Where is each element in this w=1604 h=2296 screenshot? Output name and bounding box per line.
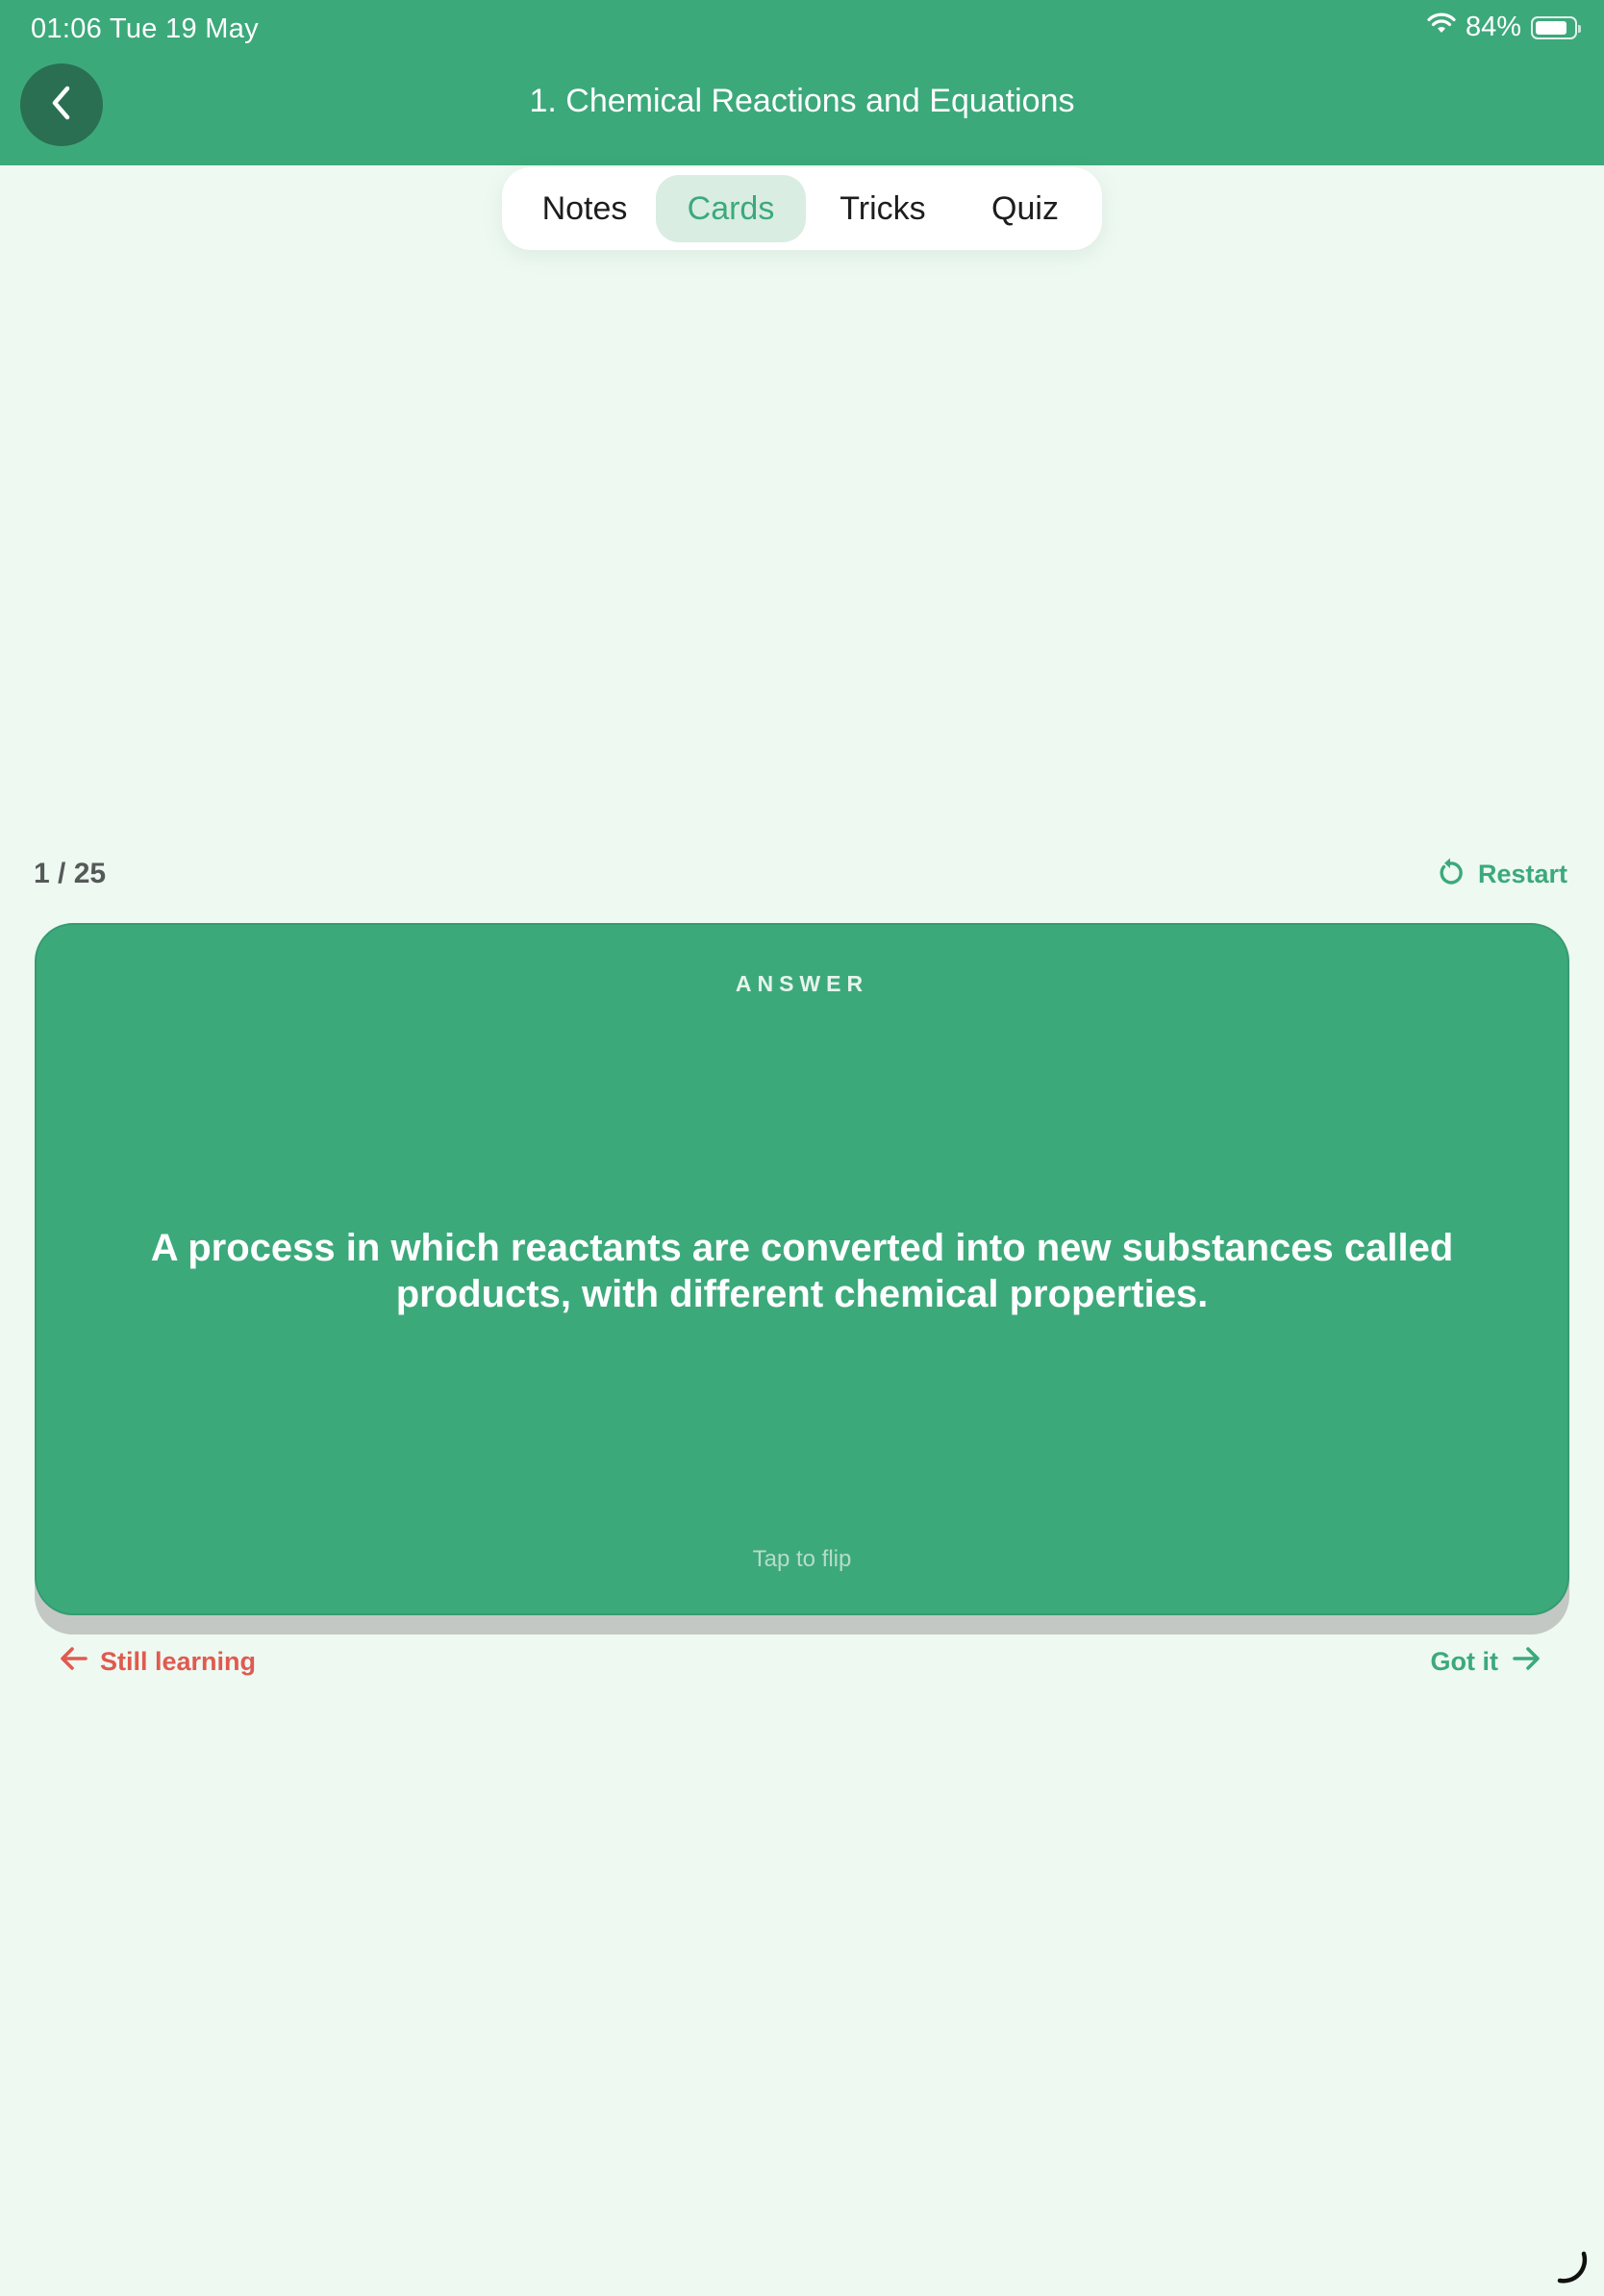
tap-to-flip-hint: Tap to flip [752, 1546, 852, 1572]
restart-button[interactable]: Restart [1436, 856, 1567, 893]
tab-cards[interactable]: Cards [656, 175, 806, 242]
tab-notes[interactable]: Notes [514, 175, 656, 242]
card-counter: 1 / 25 [34, 858, 107, 889]
card-side-label: ANSWER [735, 971, 869, 996]
page-title: 1. Chemical Reactions and Equations [529, 83, 1075, 119]
tab-quiz[interactable]: Quiz [960, 175, 1090, 242]
app-header: 01:06 Tue 19 May 84% 1. Chemical Reactio… [0, 0, 1604, 165]
status-right: 84% [1427, 12, 1581, 43]
got-it-label: Got it [1430, 1647, 1498, 1676]
restart-icon [1436, 856, 1465, 893]
flashcard[interactable]: ANSWER A process in which reactants are … [35, 923, 1569, 1615]
arrow-right-icon [1512, 1646, 1541, 1678]
tab-tricks[interactable]: Tricks [806, 175, 960, 242]
section-tabs: Notes Cards Tricks Quiz [502, 167, 1102, 250]
wifi-icon [1427, 12, 1456, 43]
got-it-button[interactable]: Got it [1431, 1646, 1541, 1678]
status-time: 01:06 Tue 19 May [31, 13, 259, 44]
arrow-left-icon [60, 1646, 88, 1678]
card-answer-text: A process in which reactants are convert… [150, 1227, 1454, 1315]
loading-indicator-icon [1552, 2248, 1591, 2286]
restart-label: Restart [1477, 860, 1567, 888]
still-learning-label: Still learning [100, 1647, 257, 1676]
battery-percent: 84% [1465, 12, 1521, 42]
still-learning-button[interactable]: Still learning [60, 1646, 256, 1678]
battery-icon [1531, 15, 1581, 39]
